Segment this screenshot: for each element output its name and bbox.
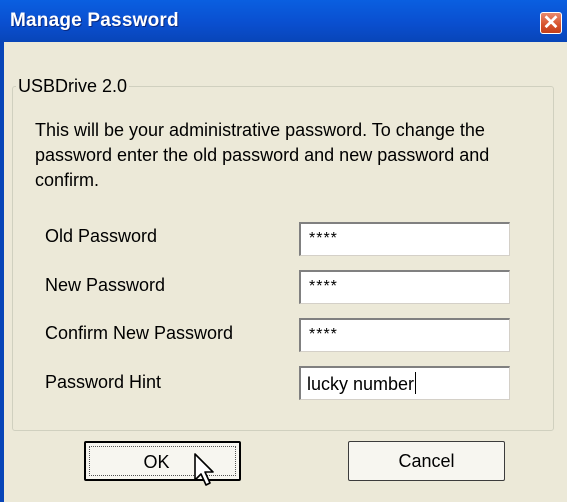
group-label: USBDrive 2.0 [16,76,130,97]
old-password-label: Old Password [45,226,158,246]
password-hint-input[interactable]: lucky number [299,366,510,400]
cancel-button-label: Cancel [398,451,455,471]
new-password-label: New Password [45,275,166,295]
window-border [0,42,4,502]
close-icon: ✕ [542,12,560,34]
text-caret [415,372,417,394]
new-password-value: **** [309,278,338,295]
password-hint-value: lucky number [307,372,417,394]
password-hint-label: Password Hint [45,372,162,392]
description-text: This will be your administrative passwor… [35,120,490,190]
close-button[interactable]: ✕ [540,12,562,34]
new-password-input[interactable]: **** [299,270,510,304]
window-title: Manage Password [10,10,179,31]
old-password-input[interactable]: **** [299,222,510,256]
ok-button-label: OK [143,452,170,472]
cancel-button[interactable]: Cancel [348,441,505,481]
confirm-password-input[interactable]: **** [299,318,510,352]
mouse-pointer-icon [194,453,214,486]
title-bar[interactable]: Manage Password ✕ [0,0,567,42]
confirm-password-label: Confirm New Password [45,323,234,343]
confirm-password-value: **** [309,326,338,343]
old-password-value: **** [309,230,338,247]
